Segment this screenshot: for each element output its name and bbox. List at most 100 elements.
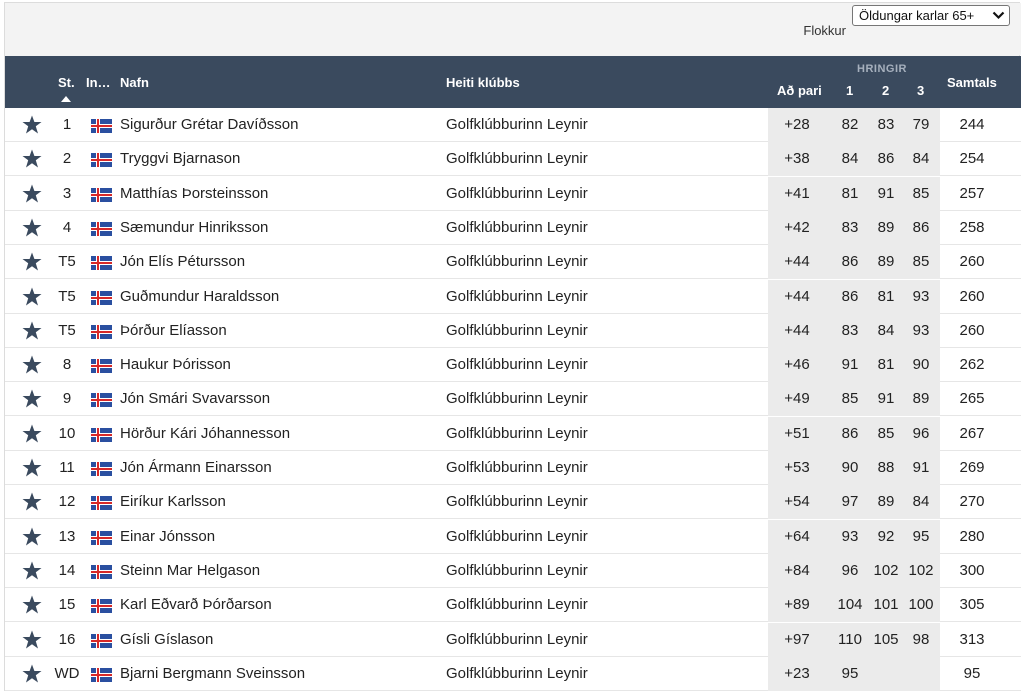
- round-3-cell: 100: [908, 596, 934, 613]
- star-icon[interactable]: [22, 115, 42, 134]
- round-3-cell: 95: [912, 528, 930, 545]
- iceland-flag-icon: [91, 393, 112, 407]
- star-icon[interactable]: [22, 664, 42, 683]
- player-name[interactable]: Steinn Mar Helgason: [120, 562, 260, 579]
- player-name[interactable]: Þórður Elíasson: [120, 322, 227, 339]
- header-to-par[interactable]: Að pari: [777, 83, 822, 98]
- star-icon[interactable]: [22, 527, 42, 546]
- player-name[interactable]: Sigurður Grétar Davíðsson: [120, 116, 298, 133]
- player-name[interactable]: Sæmundur Hinriksson: [120, 219, 268, 236]
- to-par-cell: +38: [784, 150, 810, 167]
- star-icon[interactable]: [22, 561, 42, 580]
- club-name: Golfklúbburinn Leynir: [446, 116, 588, 133]
- table-row[interactable]: T5 Jón Elís Pétursson Golfklúbburinn Leyni…: [5, 245, 1021, 279]
- player-name[interactable]: Haukur Þórisson: [120, 356, 231, 373]
- table-row[interactable]: 12 Eiríkur Karlsson Golfklúbburinn Leynir +…: [5, 485, 1021, 519]
- table-row[interactable]: 4 Sæmundur Hinriksson Golfklúbburinn Leyni…: [5, 211, 1021, 245]
- round-1-cell: 90: [841, 459, 859, 476]
- player-name[interactable]: Hörður Kári Jóhannesson: [120, 425, 290, 442]
- player-name[interactable]: Tryggvi Bjarnason: [120, 150, 240, 167]
- header-round-1[interactable]: 1: [846, 83, 853, 98]
- category-select[interactable]: Öldungar karlar 65+: [852, 5, 1010, 26]
- player-name[interactable]: Gísli Gíslason: [120, 631, 213, 648]
- header-total[interactable]: Samtals: [947, 75, 997, 90]
- round-1-cell: 110: [838, 631, 862, 648]
- table-row[interactable]: T5 Guðmundur Haraldsson Golfklúbburinn Ley…: [5, 280, 1021, 314]
- star-icon[interactable]: [22, 458, 42, 477]
- position-cell: WD: [54, 665, 80, 682]
- position-cell: 13: [58, 528, 76, 545]
- to-par-cell: +64: [784, 528, 810, 545]
- total-cell: 313: [959, 631, 985, 648]
- player-name[interactable]: Matthías Þorsteinsson: [120, 185, 268, 202]
- player-name[interactable]: Bjarni Bergmann Sveinsson: [120, 665, 305, 682]
- round-1-cell: 86: [841, 253, 859, 270]
- star-icon[interactable]: [22, 218, 42, 237]
- table-row[interactable]: 14 Steinn Mar Helgason Golfklúbburinn Leyn…: [5, 554, 1021, 588]
- star-icon[interactable]: [22, 595, 42, 614]
- table-row[interactable]: 9 Jón Smári Svavarsson Golfklúbburinn Leyn…: [5, 382, 1021, 416]
- leaderboard-rows: 1 Sigurður Grétar Davíðsson Golfklúbburinn…: [5, 108, 1021, 692]
- table-row[interactable]: T5 Þórður Elíasson Golfklúbburinn Leynir +4…: [5, 314, 1021, 348]
- round-3-cell: 84: [912, 150, 930, 167]
- table-row[interactable]: WD Bjarni Bergmann Sveinsson Golfklúbburin…: [5, 657, 1021, 691]
- player-name[interactable]: Eiríkur Karlsson: [120, 493, 226, 510]
- header-round-3[interactable]: 3: [917, 83, 924, 98]
- star-icon[interactable]: [22, 630, 42, 649]
- table-row[interactable]: 1 Sigurður Grétar Davíðsson Golfklúbburinn…: [5, 108, 1021, 142]
- player-name[interactable]: Guðmundur Haraldsson: [120, 288, 279, 305]
- iceland-flag-icon: [91, 462, 112, 476]
- player-name[interactable]: Einar Jónsson: [120, 528, 215, 545]
- table-row[interactable]: 11 Jón Ármann Einarsson Golfklúbburinn Ley…: [5, 451, 1021, 485]
- star-icon[interactable]: [22, 252, 42, 271]
- total-cell: 270: [959, 493, 985, 510]
- header-initials[interactable]: In…: [86, 75, 111, 90]
- star-icon[interactable]: [22, 424, 42, 443]
- iceland-flag-icon: [91, 634, 112, 648]
- table-row[interactable]: 15 Karl Eðvarð Þórðarson Golfklúbburinn Le…: [5, 588, 1021, 622]
- star-icon[interactable]: [22, 355, 42, 374]
- star-icon[interactable]: [22, 492, 42, 511]
- total-cell: 260: [959, 322, 985, 339]
- round-2-cell: 84: [877, 322, 895, 339]
- round-2-cell: 89: [877, 253, 895, 270]
- total-cell: 254: [959, 150, 985, 167]
- iceland-flag-icon: [91, 668, 112, 682]
- header-club[interactable]: Heiti klúbbs: [446, 75, 520, 90]
- table-row[interactable]: 13 Einar Jónsson Golfklúbburinn Leynir +64 9…: [5, 520, 1021, 554]
- header-name[interactable]: Nafn: [120, 75, 149, 90]
- player-name[interactable]: Jón Elís Pétursson: [120, 253, 245, 270]
- club-name: Golfklúbburinn Leynir: [446, 253, 588, 270]
- header-position[interactable]: St.: [58, 75, 75, 90]
- star-icon[interactable]: [22, 389, 42, 408]
- round-2-cell: 85: [877, 425, 895, 442]
- star-icon[interactable]: [22, 149, 42, 168]
- total-cell: 244: [959, 116, 985, 133]
- to-par-cell: +23: [784, 665, 810, 682]
- header-round-2[interactable]: 2: [882, 83, 889, 98]
- star-icon[interactable]: [22, 184, 42, 203]
- total-cell: 265: [959, 390, 985, 407]
- round-2-cell: 102: [873, 562, 899, 579]
- club-name: Golfklúbburinn Leynir: [446, 219, 588, 236]
- position-cell: 9: [62, 390, 72, 407]
- table-row[interactable]: 3 Matthías Þorsteinsson Golfklúbburinn Ley…: [5, 177, 1021, 211]
- table-row[interactable]: 10 Hörður Kári Jóhannesson Golfklúbburinn …: [5, 417, 1021, 451]
- star-icon[interactable]: [22, 287, 42, 306]
- player-name[interactable]: Jón Smári Svavarsson: [120, 390, 270, 407]
- total-cell: 258: [959, 219, 985, 236]
- header-rounds-group: HRINGIR: [857, 63, 907, 75]
- table-row[interactable]: 8 Haukur Þórisson Golfklúbburinn Leynir +46…: [5, 348, 1021, 382]
- club-name: Golfklúbburinn Leynir: [446, 356, 588, 373]
- position-cell: T5: [58, 322, 76, 339]
- star-icon[interactable]: [22, 321, 42, 340]
- player-name[interactable]: Karl Eðvarð Þórðarson: [120, 596, 272, 613]
- table-row[interactable]: 16 Gísli Gíslason Golfklúbburinn Leynir +97…: [5, 623, 1021, 657]
- round-2-cell: 89: [877, 493, 895, 510]
- player-name[interactable]: Jón Ármann Einarsson: [120, 459, 272, 476]
- position-cell: 1: [62, 116, 72, 133]
- table-row[interactable]: 2 Tryggvi Bjarnason Golfklúbburinn Leynir +…: [5, 142, 1021, 176]
- club-name: Golfklúbburinn Leynir: [446, 288, 588, 305]
- sort-ascending-icon: [61, 96, 71, 102]
- round-2-cell: 91: [877, 185, 895, 202]
